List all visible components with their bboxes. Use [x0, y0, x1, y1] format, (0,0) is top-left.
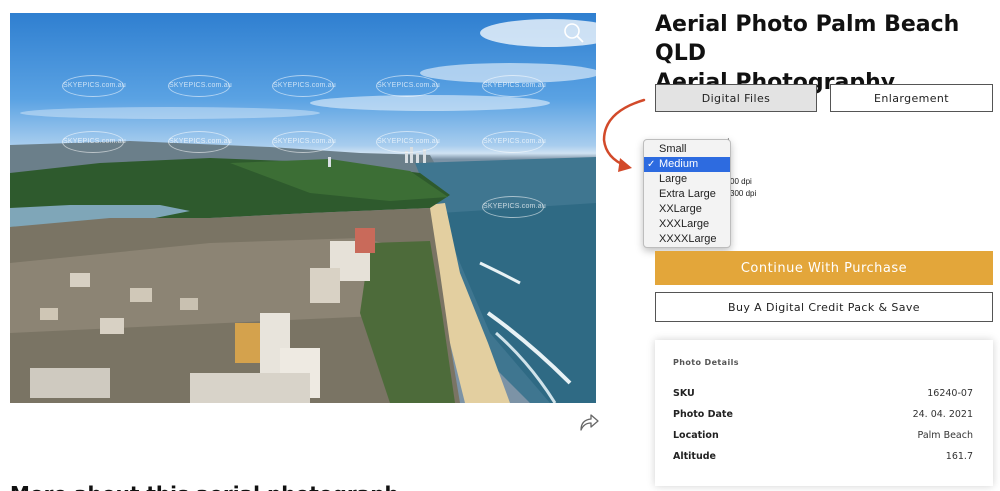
- size-dpi-text: 00 dpi: [730, 177, 752, 186]
- detail-label: Altitude: [673, 451, 716, 462]
- detail-label: Photo Date: [673, 409, 733, 420]
- size-option-label: Small: [659, 143, 687, 155]
- continue-purchase-button[interactable]: Continue With Purchase: [655, 251, 993, 285]
- detail-value: Palm Beach: [917, 430, 973, 441]
- detail-value: 161.7: [945, 451, 973, 462]
- photo-details-card: Photo Details SKU 16240-07 Photo Date 24…: [655, 340, 993, 486]
- credit-pack-button[interactable]: Buy A Digital Credit Pack & Save: [655, 292, 993, 322]
- watermark: SKYEPICS.com.au: [272, 75, 336, 97]
- size-option-label: XXXXLarge: [659, 233, 717, 245]
- detail-row-altitude: Altitude 161.7: [673, 451, 973, 465]
- watermark: SKYEPICS.com.au: [482, 75, 546, 97]
- size-option-extra-large[interactable]: Extra Large: [644, 187, 730, 202]
- watermark: SKYEPICS.com.au: [482, 131, 546, 153]
- size-option-label: Extra Large: [659, 188, 716, 200]
- size-option-small[interactable]: Small: [644, 142, 730, 157]
- magnifier-icon[interactable]: [562, 21, 586, 45]
- tab-digital-files[interactable]: Digital Files: [655, 84, 817, 112]
- size-option-label: Large: [659, 173, 688, 185]
- size-option-xxxxlarge[interactable]: XXXXLarge: [644, 232, 730, 247]
- watermark: SKYEPICS.com.au: [62, 131, 126, 153]
- size-option-xxxlarge[interactable]: XXXLarge: [644, 217, 730, 232]
- share-arrow-icon[interactable]: [578, 413, 600, 433]
- photo-details-heading: Photo Details: [673, 358, 739, 367]
- tab-enlargement[interactable]: Enlargement: [830, 84, 993, 112]
- detail-value: 24. 04. 2021: [912, 409, 973, 420]
- detail-label: SKU: [673, 388, 695, 399]
- detail-value: 16240-07: [927, 388, 973, 399]
- watermark: SKYEPICS.com.au: [168, 75, 232, 97]
- check-icon: ✓: [647, 159, 656, 170]
- size-dropdown[interactable]: Small ✓ Medium Large Extra Large XXLarge …: [643, 139, 731, 248]
- size-option-xxlarge[interactable]: XXLarge: [644, 202, 730, 217]
- detail-row-sku: SKU 16240-07: [673, 388, 973, 402]
- watermark: SKYEPICS.com.au: [376, 75, 440, 97]
- size-option-label: XXXLarge: [659, 218, 710, 230]
- size-dpi-text: 300 dpi: [730, 189, 757, 198]
- watermark: SKYEPICS.com.au: [62, 75, 126, 97]
- detail-row-location: Location Palm Beach: [673, 430, 973, 444]
- watermark: SKYEPICS.com.au: [376, 131, 440, 153]
- product-photo[interactable]: SKYEPICS.com.au SKYEPICS.com.au SKYEPICS…: [10, 13, 596, 403]
- size-option-large[interactable]: Large: [644, 172, 730, 187]
- product-title-line: Aerial Photo Palm Beach QLD: [655, 12, 960, 66]
- watermark: SKYEPICS.com.au: [168, 131, 232, 153]
- size-option-label: XXLarge: [659, 203, 702, 215]
- detail-label: Location: [673, 430, 719, 441]
- size-option-label: Medium: [659, 158, 699, 170]
- size-option-medium[interactable]: ✓ Medium: [644, 157, 730, 172]
- more-about-heading: More about this aerial photograph: [10, 482, 399, 491]
- detail-row-photo-date: Photo Date 24. 04. 2021: [673, 409, 973, 423]
- watermark: SKYEPICS.com.au: [272, 131, 336, 153]
- watermark: SKYEPICS.com.au: [482, 196, 546, 218]
